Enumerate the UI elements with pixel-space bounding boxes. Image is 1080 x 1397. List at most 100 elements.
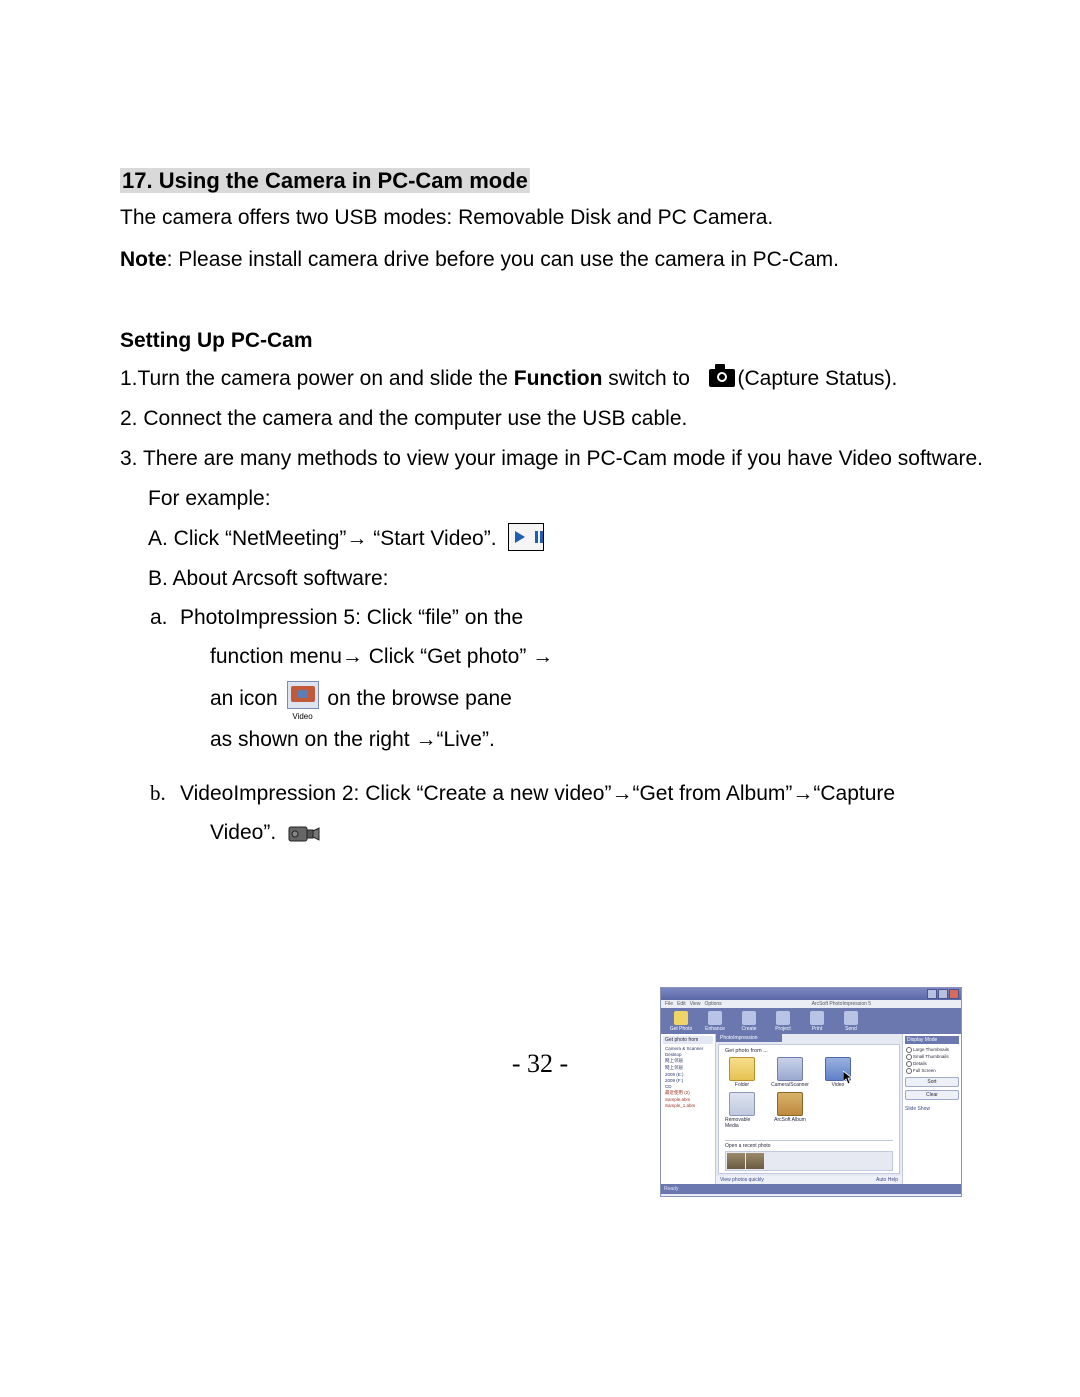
- sidebar-header: Get photo from: [663, 1036, 713, 1044]
- menu-edit: Edit: [677, 1001, 686, 1007]
- album-icon: [777, 1092, 803, 1116]
- step-b-text-1c: “Capture: [813, 782, 895, 805]
- step-a-text-l1: PhotoImpression 5: Click “file” on the: [180, 606, 523, 629]
- section-heading: 17. Using the Camera in PC-Cam mode: [120, 168, 1010, 194]
- step-b-line-2: Video”.: [120, 814, 1080, 853]
- create-icon: [742, 1011, 756, 1025]
- filmstrip-row: [725, 1151, 893, 1171]
- tool-print: Print: [801, 1011, 833, 1032]
- step-3: 3. There are many methods to view your i…: [120, 439, 1010, 479]
- print-icon: [810, 1011, 824, 1025]
- enhance-icon: [708, 1011, 722, 1025]
- toolbar: Get Photo Enhance Create Project Print S…: [661, 1008, 961, 1034]
- step-a-letter: a.: [150, 599, 180, 638]
- step-1-part-c: switch to: [602, 367, 695, 390]
- step-b-letter: b.: [150, 774, 180, 813]
- step-a-text-l2b: Click “Get photo”: [363, 645, 532, 668]
- tool-label: Project: [775, 1026, 791, 1032]
- step-a-line-2: function menu→ Click “Get photo” →: [120, 638, 750, 677]
- arrow-icon: →: [342, 645, 363, 668]
- step-2: 2. Connect the camera and the computer u…: [120, 399, 1010, 439]
- sidebar-recent-header: 最近使用 (2): [663, 1089, 713, 1096]
- note-text: : Please install camera drive before you…: [167, 248, 839, 271]
- media-icon: [729, 1092, 755, 1116]
- step-b-line-1: b.VideoImpression 2: Click “Create a new…: [120, 774, 1050, 814]
- step-a-line-3: an icon Video on the browse pane: [120, 676, 750, 721]
- step-a-text-l3a: an icon: [210, 687, 284, 710]
- icon-label: Folder: [735, 1082, 749, 1088]
- app-screenshot-thumbnail: File Edit View Options ArcSoft PhotoImpr…: [660, 987, 962, 1197]
- tool-label: Print: [812, 1026, 822, 1032]
- clear-button: Clear: [905, 1090, 959, 1100]
- step-A: A. Click “NetMeeting”→ “Start Video”.: [120, 519, 688, 559]
- step-b-text-1b: “Get from Album”: [632, 782, 792, 805]
- thumbnail: [746, 1153, 764, 1169]
- intro-text: The camera offers two USB modes: Removab…: [120, 200, 1010, 236]
- menu-file: File: [665, 1001, 673, 1007]
- tool-label: Send: [845, 1026, 857, 1032]
- menubar: File Edit View Options ArcSoft PhotoImpr…: [661, 1000, 961, 1008]
- camcorder-icon: [288, 823, 320, 845]
- minimize-icon: [927, 989, 937, 999]
- step-B: B. About Arcsoft software:: [120, 559, 688, 599]
- icon-removable-media: Removable Media: [725, 1092, 759, 1129]
- step-b-text-2: Video”.: [210, 821, 282, 844]
- step-a-line-4: as shown on the right →“Live”.: [120, 721, 750, 760]
- app-title: ArcSoft PhotoImpression 5: [726, 1001, 957, 1007]
- footer-left: View photos quickly: [720, 1177, 764, 1183]
- filmstrip-title: Open a recent photo: [725, 1143, 893, 1149]
- video-thumb-label: Video: [284, 713, 322, 721]
- tool-project: Project: [767, 1011, 799, 1032]
- icon-label: Camera/Scanner: [771, 1082, 809, 1088]
- statusbar: Ready: [661, 1184, 961, 1194]
- arrow-icon: →: [346, 527, 367, 550]
- thumbnail: [727, 1153, 745, 1169]
- close-icon: [949, 989, 959, 999]
- note-line: Note: Please install camera drive before…: [120, 242, 1010, 278]
- titlebar: [661, 988, 961, 1000]
- play-pause-icon: [508, 523, 544, 551]
- note-label: Note: [120, 248, 167, 271]
- icon-label: Removable Media: [725, 1117, 759, 1129]
- step-b-text-1a: VideoImpression 2: Click “Create a new v…: [180, 782, 611, 805]
- step-a-text-l2a: function menu: [210, 645, 342, 668]
- step-a-text-l4b: “Live”.: [436, 728, 494, 751]
- inline-video-thumb: Video: [284, 676, 322, 721]
- menu-options: Options: [704, 1001, 721, 1007]
- send-icon: [844, 1011, 858, 1025]
- step-a-line-1: a.PhotoImpression 5: Click “file” on the: [120, 599, 720, 638]
- step-1-part-d: (Capture Status).: [737, 367, 897, 390]
- step-1-part-a: 1.Turn the camera power on and slide the: [120, 367, 514, 390]
- arrow-icon: →: [532, 645, 553, 668]
- project-icon: [776, 1011, 790, 1025]
- camera-icon: [709, 369, 735, 387]
- menu-view: View: [690, 1001, 701, 1007]
- panel-footer: View photos quickly Auto Help: [716, 1176, 902, 1184]
- slideshow-label: Slide Show: [905, 1106, 959, 1112]
- step-a-text-1: A. Click “NetMeeting”: [148, 527, 346, 550]
- tool-label: Create: [741, 1026, 756, 1032]
- step-a-text-l4a: as shown on the right: [210, 728, 415, 751]
- footer-right: Auto Help: [876, 1177, 898, 1183]
- step-1-function-word: Function: [514, 367, 603, 390]
- arrow-icon: →: [611, 782, 632, 805]
- sidebar-item: Sample_1.abm: [663, 1102, 713, 1108]
- video-thumb-icon: [287, 681, 319, 709]
- tool-create: Create: [733, 1011, 765, 1032]
- arrow-icon: →: [415, 728, 436, 751]
- step-1: 1.Turn the camera power on and slide the…: [120, 359, 1010, 399]
- tool-label: Enhance: [705, 1026, 725, 1032]
- step-3-example: For example:: [120, 479, 688, 519]
- main-tab: PhotoImpression: [716, 1034, 782, 1042]
- icon-row-2: Removable Media ArcSoft Album: [725, 1092, 893, 1129]
- icon-arcsoft-album: ArcSoft Album: [773, 1092, 807, 1129]
- status-text: Ready: [664, 1186, 678, 1192]
- page-number: - 32 -: [0, 1049, 1080, 1079]
- flow-region: For example: A. Click “NetMeeting”→ “Sta…: [120, 479, 1010, 853]
- icon-label: ArcSoft Album: [774, 1117, 806, 1123]
- document-page: 17. Using the Camera in PC-Cam mode The …: [0, 0, 1080, 1397]
- get-photo-icon: [674, 1011, 688, 1025]
- step-a-text-2: “Start Video”.: [367, 527, 502, 550]
- tool-send: Send: [835, 1011, 867, 1032]
- tool-get-photo: Get Photo: [665, 1011, 697, 1032]
